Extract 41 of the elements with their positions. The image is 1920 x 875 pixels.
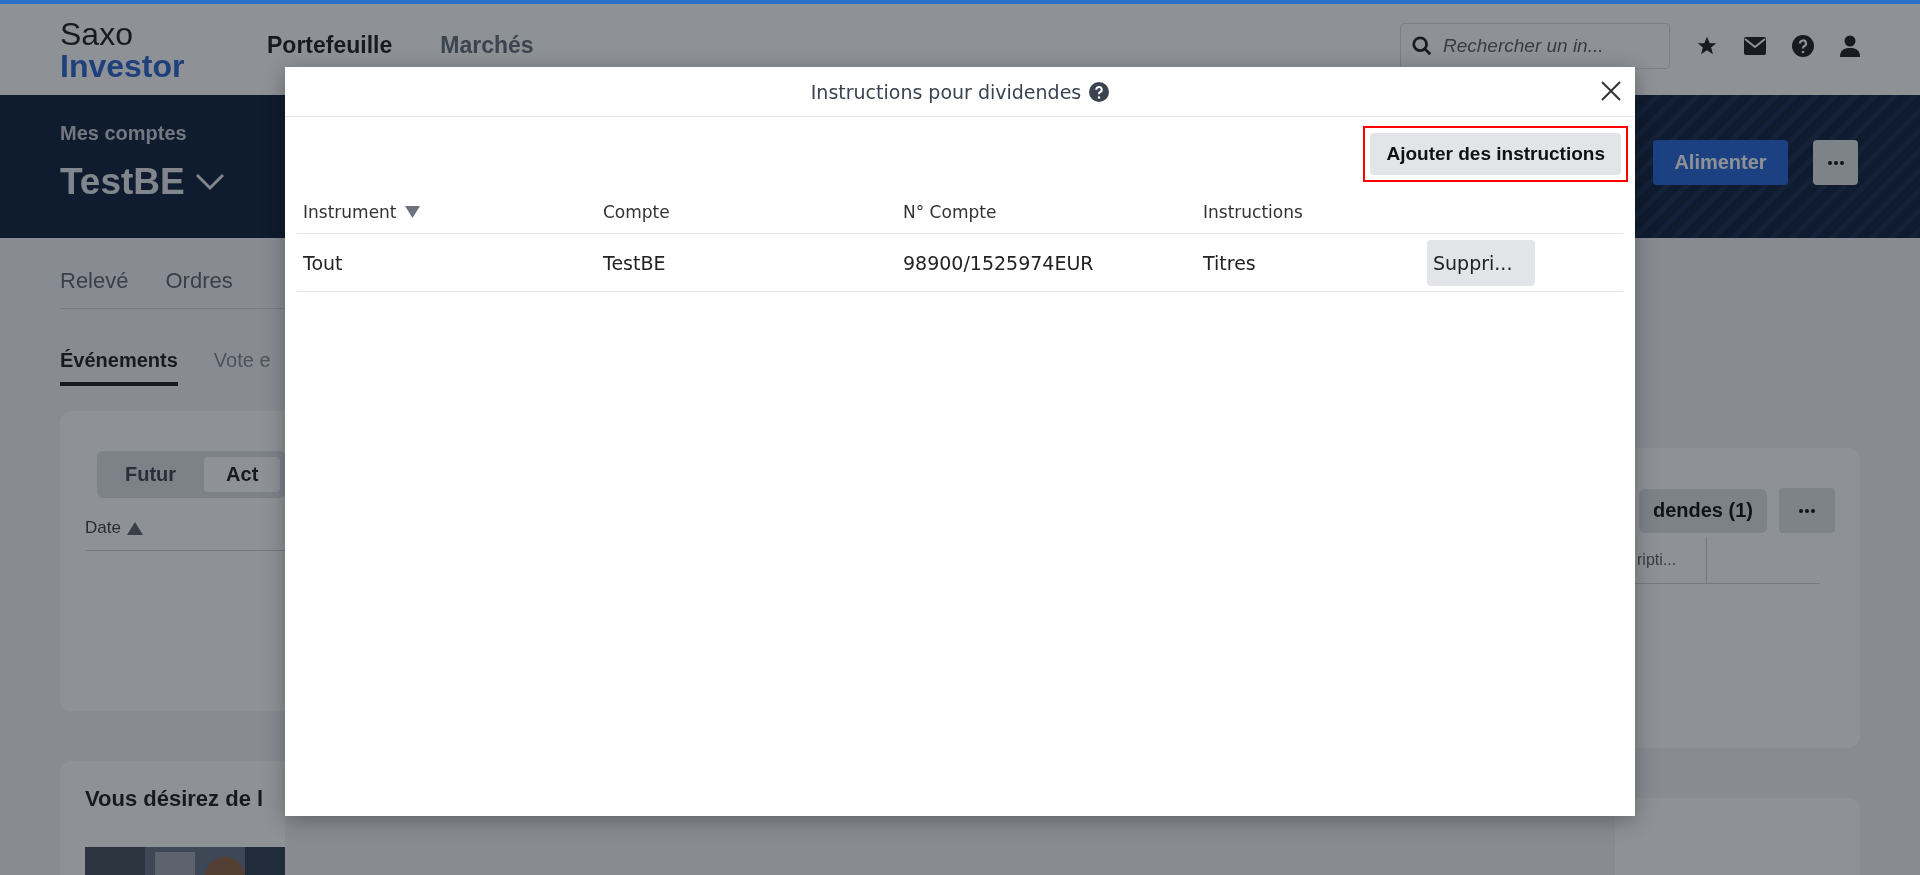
sub-tab[interactable]: Événements [60, 349, 178, 386]
column-header[interactable]: Instrument [303, 201, 603, 222]
page-tab[interactable]: Relevé [60, 268, 129, 294]
segment-button[interactable]: Futur [103, 457, 199, 492]
fund-button[interactable]: Alimenter [1653, 140, 1788, 185]
search-input[interactable]: Rechercher un in... [1441, 33, 1651, 58]
section-label: Mes comptes [60, 122, 188, 145]
sort-up-icon [126, 521, 143, 535]
account-name[interactable]: TestBE [60, 161, 185, 203]
more-button[interactable] [1813, 140, 1858, 185]
table-cell-text: Titres [1203, 251, 1257, 274]
nav-link[interactable]: Portefeuille [267, 32, 393, 59]
table-cell-text: TestBE [603, 251, 667, 274]
page-tab[interactable]: Ordres [165, 268, 233, 294]
dividends-button[interactable]: dendes (1) [1638, 488, 1767, 533]
promo-title: Vous désirez de l [85, 786, 265, 812]
mail-icon[interactable] [1744, 36, 1766, 55]
dialog-title: Instructions pour dividendes [810, 80, 1082, 103]
table-cell-text: 98900/1525974EUR [903, 251, 1095, 274]
delete-button[interactable]: Suppri... [1427, 239, 1535, 286]
search-icon [1411, 34, 1433, 57]
column-header[interactable]: Compte [603, 201, 903, 222]
chevron-down-icon[interactable] [194, 173, 225, 191]
close-button[interactable] [1599, 79, 1623, 103]
ellipsis-icon [1799, 508, 1815, 513]
sort-down-icon [404, 205, 420, 218]
help-icon[interactable] [1089, 81, 1110, 102]
nav-link[interactable]: Marchés [440, 32, 534, 59]
logo-text: Saxo [60, 17, 134, 50]
column-header[interactable]: ripti... [1637, 537, 1707, 583]
search-box[interactable]: Rechercher un in... [1400, 22, 1670, 69]
logo-text: Investor [60, 49, 186, 82]
segment-button[interactable]: Act [204, 457, 281, 492]
ellipsis-icon [1827, 160, 1844, 165]
column-header[interactable]: Instructions [1203, 201, 1427, 222]
table-cell-text: Tout [303, 251, 344, 274]
column-header[interactable]: Date [85, 518, 121, 538]
user-icon[interactable] [1840, 34, 1860, 57]
column-header[interactable]: N° Compte [903, 201, 1203, 222]
add-instructions-button[interactable]: Ajouter des instructions [1370, 133, 1621, 175]
help-icon[interactable] [1792, 34, 1814, 57]
